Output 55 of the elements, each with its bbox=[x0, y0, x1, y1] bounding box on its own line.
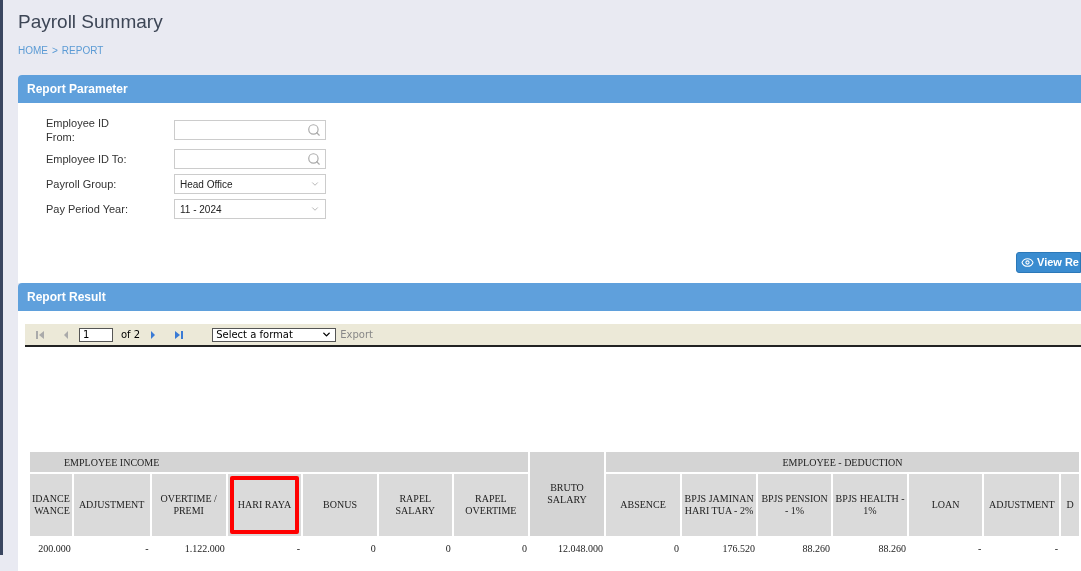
dropdown[interactable]: Head Office bbox=[174, 174, 326, 194]
field-label: Employee ID To: bbox=[46, 152, 128, 166]
header-text: BPJS JAMINAN HARI TUA - 2% bbox=[684, 493, 754, 516]
header-text: LOAN bbox=[931, 499, 960, 510]
panel-title: Report Parameter bbox=[27, 81, 128, 98]
header-text: IDANCE WANCE bbox=[32, 493, 70, 516]
view-report-button[interactable]: View Re bbox=[1016, 252, 1081, 273]
eye-icon bbox=[1021, 256, 1034, 269]
column-group-header: EMPLOYEE - DEDUCTION bbox=[605, 451, 1080, 473]
column-header: BRUTO SALARY bbox=[529, 451, 605, 537]
header-text: BONUS bbox=[323, 499, 357, 510]
table-cell-text: 12.048.000 bbox=[557, 541, 604, 556]
search-icon bbox=[307, 152, 321, 166]
header-text: HARI RAYA bbox=[237, 499, 292, 510]
column-group-header: EMPLOYEE INCOME bbox=[29, 451, 529, 473]
dropdown[interactable]: 11 - 2024 bbox=[174, 199, 326, 219]
header-text: BPJS PENSION - 1% bbox=[761, 493, 828, 516]
table-cell-text: - bbox=[1053, 541, 1060, 556]
header-text: ABSENCE bbox=[620, 499, 666, 510]
chevron-icon bbox=[310, 204, 320, 214]
header-text: BPJS HEALTH - 1% bbox=[835, 493, 905, 516]
lookup-field[interactable] bbox=[174, 149, 326, 169]
header-text: RAPEL OVERTIME bbox=[465, 493, 517, 516]
format-dropdown[interactable]: Select a format bbox=[212, 327, 337, 342]
table-cell-text: 200.000 bbox=[37, 541, 72, 556]
lookup-field[interactable] bbox=[174, 120, 326, 140]
chevron-icon bbox=[310, 179, 320, 189]
page-title: Payroll Summary bbox=[18, 10, 164, 34]
field-label: Pay Period Year: bbox=[46, 202, 129, 216]
table-cell-text: 0 bbox=[521, 541, 528, 556]
panel-title: Report Result bbox=[27, 289, 106, 306]
first-page-icon[interactable] bbox=[35, 329, 45, 340]
table-cell-text: - bbox=[295, 541, 302, 556]
table-cell-text: 176.520 bbox=[721, 541, 757, 556]
page-count: of 2 bbox=[121, 328, 141, 342]
header-text: D bbox=[1066, 499, 1074, 510]
field-label: Payroll Group: bbox=[46, 177, 118, 191]
table-cell-text: 0 bbox=[673, 541, 681, 556]
header-text: OVERTIME / PREMI bbox=[160, 493, 217, 516]
header-text: RAPEL SALARY bbox=[395, 493, 435, 516]
header-text: ADJUSTMENT bbox=[988, 499, 1055, 510]
table-cell-text: 88.260 bbox=[877, 541, 907, 556]
field-label: Employee ID From: bbox=[46, 116, 110, 144]
table-cell-text: 0 bbox=[369, 541, 377, 556]
header-text: ADJUSTMENT bbox=[78, 499, 145, 510]
chevron-icon bbox=[321, 329, 333, 340]
table-cell-text: - bbox=[977, 541, 983, 556]
last-page-icon[interactable] bbox=[174, 329, 185, 340]
search-icon bbox=[307, 123, 321, 137]
table-cell-text: - bbox=[144, 541, 150, 556]
table-cell-text: 88.260 bbox=[801, 541, 832, 556]
page-number-field[interactable]: 1 bbox=[79, 327, 113, 342]
table-cell-text: 0 bbox=[444, 541, 452, 556]
table-cell-text: 1.122.000 bbox=[183, 541, 226, 556]
breadcrumb-item: > bbox=[52, 44, 58, 58]
